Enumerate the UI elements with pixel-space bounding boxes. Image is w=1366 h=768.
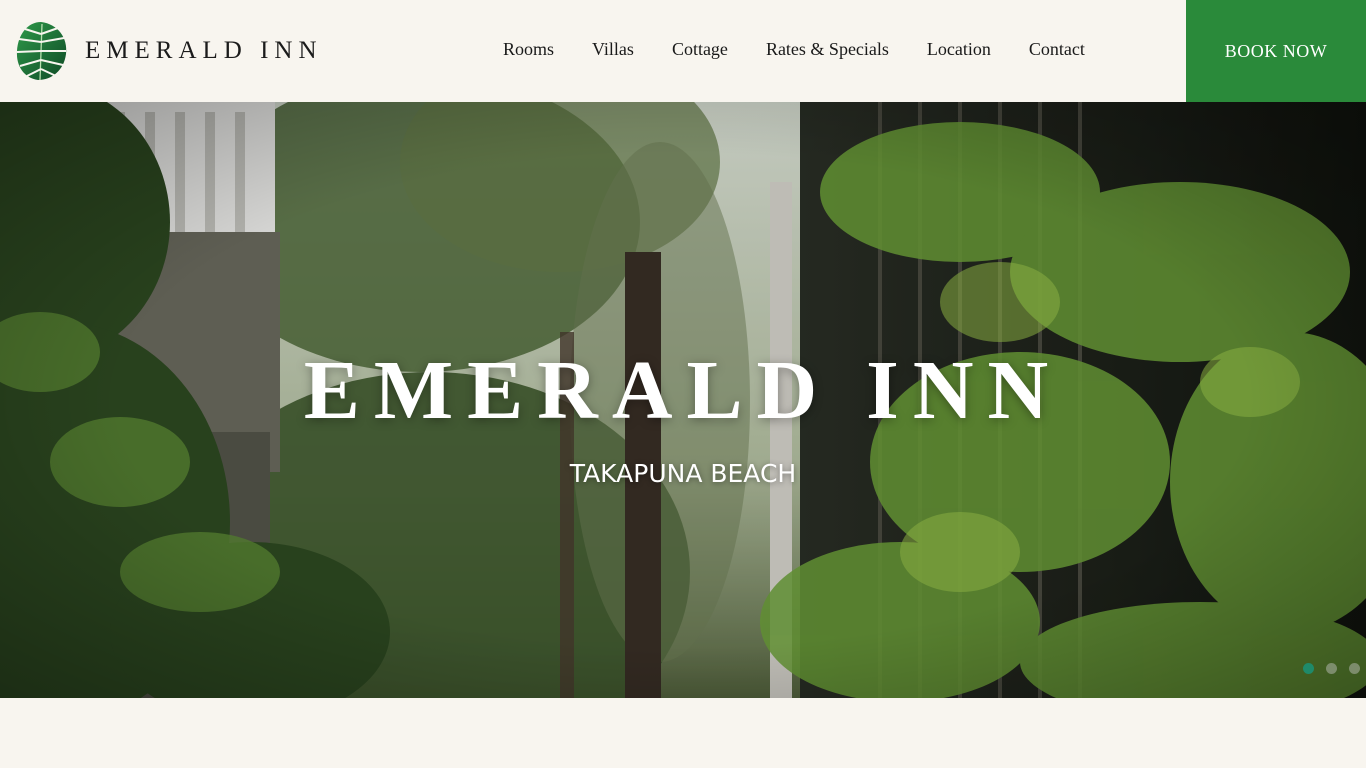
monstera-leaf-icon — [16, 22, 67, 81]
book-now-button[interactable]: BOOK NOW — [1186, 0, 1366, 102]
nav-rates-specials[interactable]: Rates & Specials — [766, 39, 889, 60]
slider-dot-1[interactable] — [1303, 663, 1314, 674]
brand-name: EMERALD INN — [85, 37, 323, 64]
nav-rooms[interactable]: Rooms — [503, 39, 554, 60]
main-nav: Rooms Villas Cottage Rates & Specials Lo… — [503, 39, 1085, 60]
hero-subtitle: TAKAPUNA BEACH — [569, 459, 797, 488]
hero-slider: EMERALD INN TAKAPUNA BEACH — [0, 102, 1366, 698]
slider-dot-2[interactable] — [1326, 663, 1337, 674]
site-header: EMERALD INN Rooms Villas Cottage Rates &… — [0, 0, 1366, 102]
hero-title: EMERALD INN — [303, 344, 1063, 437]
slider-dots — [1303, 663, 1360, 674]
nav-contact[interactable]: Contact — [1029, 39, 1085, 60]
home-logo-link[interactable]: EMERALD INN — [14, 20, 323, 82]
nav-cottage[interactable]: Cottage — [672, 39, 728, 60]
slider-dot-3[interactable] — [1349, 663, 1360, 674]
nav-villas[interactable]: Villas — [592, 39, 634, 60]
nav-location[interactable]: Location — [927, 39, 991, 60]
